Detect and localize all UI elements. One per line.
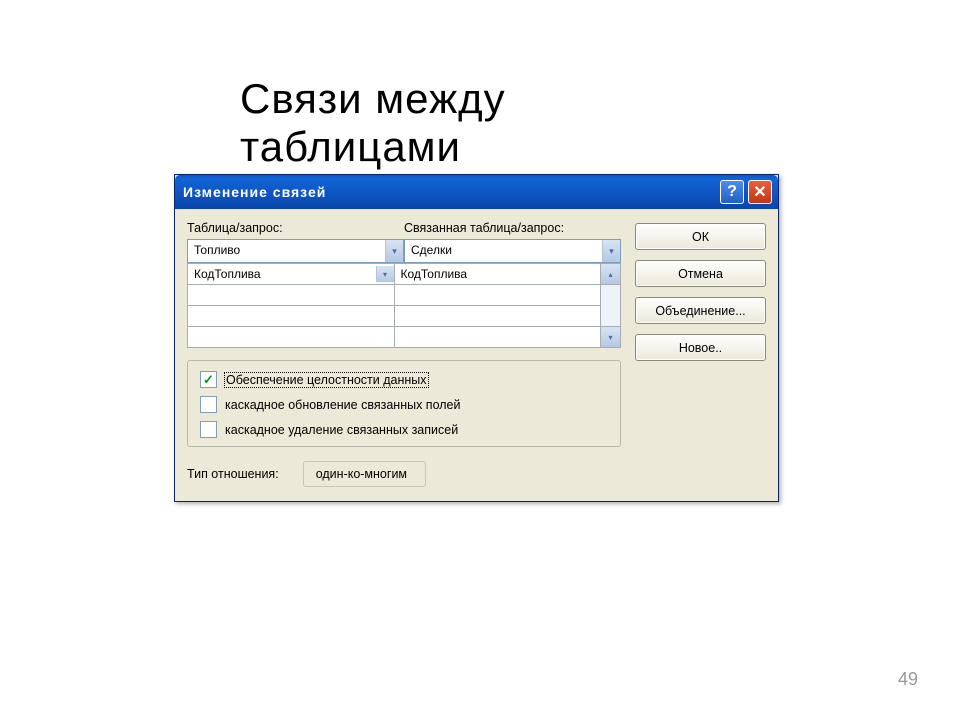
grid-empty-cell[interactable] bbox=[395, 306, 601, 327]
close-icon: ✕ bbox=[753, 182, 766, 202]
cascade-delete-checkbox[interactable] bbox=[200, 421, 217, 438]
vertical-scrollbar[interactable]: ▴ ▾ bbox=[601, 263, 621, 348]
right-field-cell[interactable]: КодТоплива bbox=[395, 264, 601, 285]
question-icon: ? bbox=[727, 183, 737, 201]
scroll-up-button[interactable]: ▴ bbox=[601, 264, 620, 285]
chevron-down-icon: ▾ bbox=[608, 333, 612, 342]
right-field-value: КодТоплива bbox=[401, 267, 468, 281]
grid-empty-cell[interactable] bbox=[188, 285, 394, 306]
join-button[interactable]: Объединение... bbox=[635, 297, 766, 324]
grid-empty-cell[interactable] bbox=[395, 285, 601, 306]
chevron-down-icon: ▾ bbox=[609, 246, 614, 257]
grid-empty-cell[interactable] bbox=[188, 306, 394, 327]
cascade-update-checkbox[interactable] bbox=[200, 396, 217, 413]
titlebar: Изменение связей ? ✕ bbox=[175, 175, 778, 209]
dropdown-button[interactable]: ▾ bbox=[385, 240, 403, 262]
enforce-integrity-checkbox[interactable] bbox=[200, 371, 217, 388]
cascade-update-label: каскадное обновление связанных полей bbox=[225, 398, 460, 412]
relationship-type-label: Тип отношения: bbox=[187, 467, 279, 481]
help-button[interactable]: ? bbox=[720, 180, 744, 204]
dropdown-button[interactable]: ▾ bbox=[376, 266, 394, 282]
cancel-button[interactable]: Отмена bbox=[635, 260, 766, 287]
edit-relationships-dialog: Изменение связей ? ✕ Таблица/запрос: Свя… bbox=[174, 174, 779, 502]
left-table-value: Топливо bbox=[188, 240, 385, 262]
enforce-integrity-label: Обеспечение целостности данных bbox=[225, 373, 428, 387]
chevron-down-icon: ▾ bbox=[392, 246, 397, 257]
slide-title: Связи между таблицами bbox=[240, 75, 720, 171]
right-table-value: Сделки bbox=[405, 240, 602, 262]
right-table-combo[interactable]: Сделки ▾ bbox=[404, 239, 621, 263]
ok-button[interactable]: ОК bbox=[635, 223, 766, 250]
left-table-combo[interactable]: Топливо ▾ bbox=[187, 239, 404, 263]
grid-empty-cell[interactable] bbox=[188, 327, 394, 348]
label-related-table-query: Связанная таблица/запрос: bbox=[404, 221, 621, 235]
dialog-title: Изменение связей bbox=[183, 184, 720, 200]
cascade-delete-label: каскадное удаление связанных записей bbox=[225, 423, 458, 437]
label-table-query: Таблица/запрос: bbox=[187, 221, 404, 235]
scroll-down-button[interactable]: ▾ bbox=[601, 326, 620, 347]
dropdown-button[interactable]: ▾ bbox=[602, 240, 620, 262]
chevron-up-icon: ▴ bbox=[608, 270, 612, 279]
slide-number: 49 bbox=[898, 669, 918, 690]
integrity-groupbox: Обеспечение целостности данных каскадное… bbox=[187, 360, 621, 447]
chevron-down-icon: ▾ bbox=[383, 270, 387, 279]
new-button[interactable]: Новое.. bbox=[635, 334, 766, 361]
left-field-cell[interactable]: КодТоплива ▾ bbox=[188, 264, 394, 285]
relationship-type-value: один-ко-многим bbox=[303, 461, 426, 487]
close-button[interactable]: ✕ bbox=[748, 180, 772, 204]
left-field-value: КодТоплива bbox=[194, 267, 261, 281]
scroll-track[interactable] bbox=[601, 285, 620, 326]
grid-empty-cell[interactable] bbox=[395, 327, 601, 348]
